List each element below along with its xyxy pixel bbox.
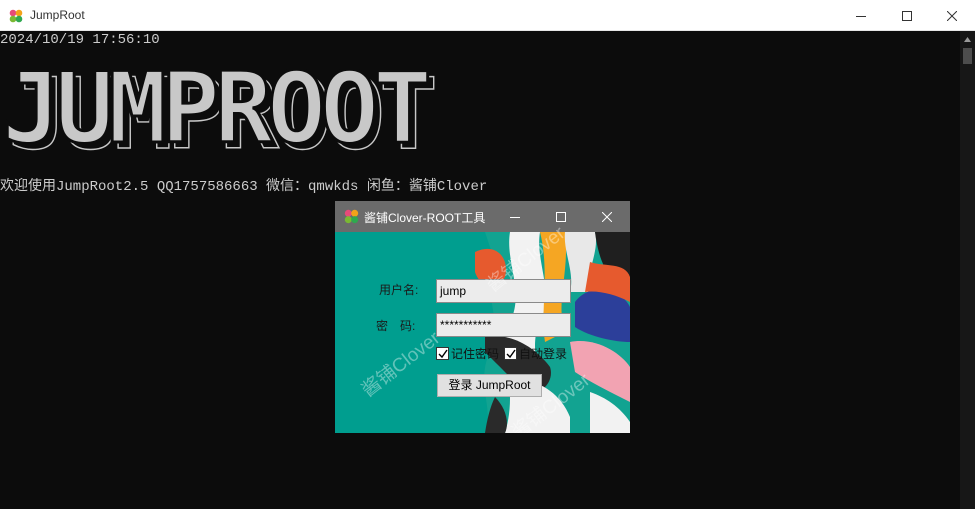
dialog-title: 酱铺Clover-ROOT工具: [364, 211, 486, 225]
close-icon: [602, 211, 612, 222]
dialog-close-button[interactable]: [584, 201, 630, 232]
arrow-up-icon: [964, 36, 971, 42]
banner-text: JUMPROOT: [2, 62, 428, 152]
minimize-icon: [856, 15, 866, 17]
remember-password-checkbox[interactable]: 记住密码: [436, 345, 499, 362]
auto-login-checkbox[interactable]: 自动登录: [504, 345, 567, 362]
scroll-thumb[interactable]: [963, 48, 972, 64]
scroll-up-button[interactable]: [960, 31, 975, 47]
maximize-icon: [902, 10, 912, 21]
minimize-button[interactable]: [838, 0, 884, 31]
login-dialog: 酱铺Clover-ROOT工具 用户名: jump 密 码: *********…: [335, 201, 630, 433]
checkbox-checked-icon: [504, 347, 517, 360]
dialog-titlebar: 酱铺Clover-ROOT工具: [335, 201, 630, 232]
password-field[interactable]: ***********: [436, 313, 571, 337]
dialog-minimize-button[interactable]: [492, 201, 538, 232]
window-title: JumpRoot: [30, 8, 85, 22]
console-scrollbar[interactable]: [960, 31, 975, 509]
login-button[interactable]: 登录 JumpRoot: [437, 374, 542, 397]
close-button[interactable]: [929, 0, 975, 31]
window-titlebar: JumpRoot: [0, 0, 975, 31]
clover-app-icon: [9, 9, 23, 23]
auto-login-label: 自动登录: [519, 347, 568, 361]
remember-password-label: 记住密码: [451, 347, 500, 361]
maximize-icon: [556, 211, 566, 222]
clover-app-icon: [344, 209, 359, 224]
password-label: 密 码:: [376, 319, 416, 333]
minimize-icon: [510, 216, 520, 218]
username-label: 用户名:: [379, 283, 419, 297]
console-timestamp: 2024/10/19 17:56:10: [0, 32, 160, 48]
maximize-button[interactable]: [884, 0, 930, 31]
close-icon: [947, 10, 957, 21]
console-welcome-line: 欢迎使用JumpRoot2.5 QQ1757586663 微信：qmwkds 闲…: [0, 179, 488, 195]
ascii-banner: JUMPROOT JUMPROOT: [1, 62, 441, 152]
